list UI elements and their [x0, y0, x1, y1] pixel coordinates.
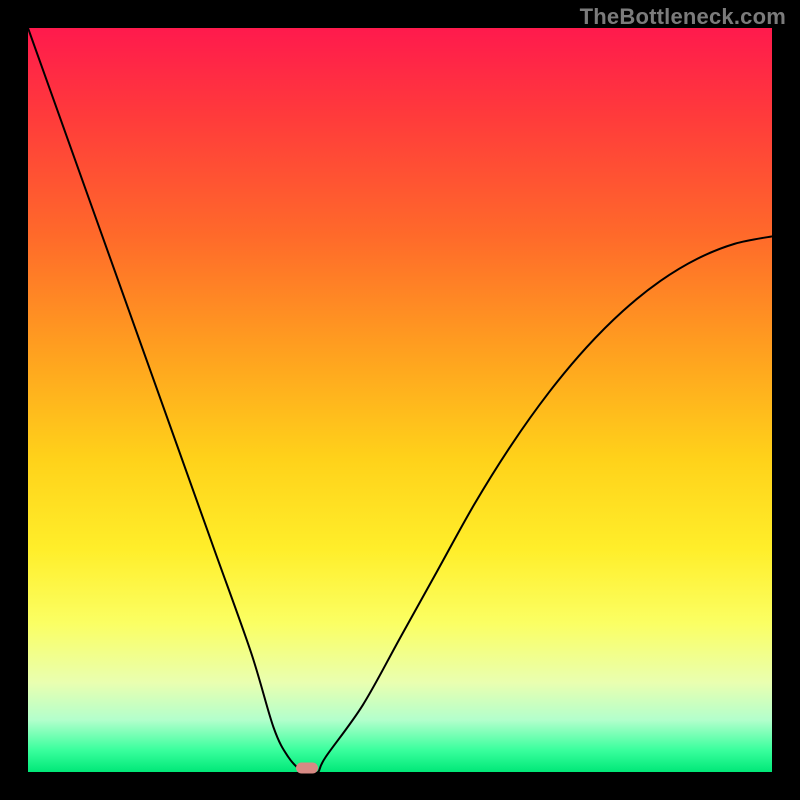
- plot-area: [28, 28, 772, 772]
- bottleneck-curve: [28, 28, 772, 772]
- watermark-text: TheBottleneck.com: [580, 4, 786, 30]
- curve-path: [28, 28, 772, 772]
- chart-frame: TheBottleneck.com: [0, 0, 800, 800]
- optimum-marker: [296, 763, 318, 774]
